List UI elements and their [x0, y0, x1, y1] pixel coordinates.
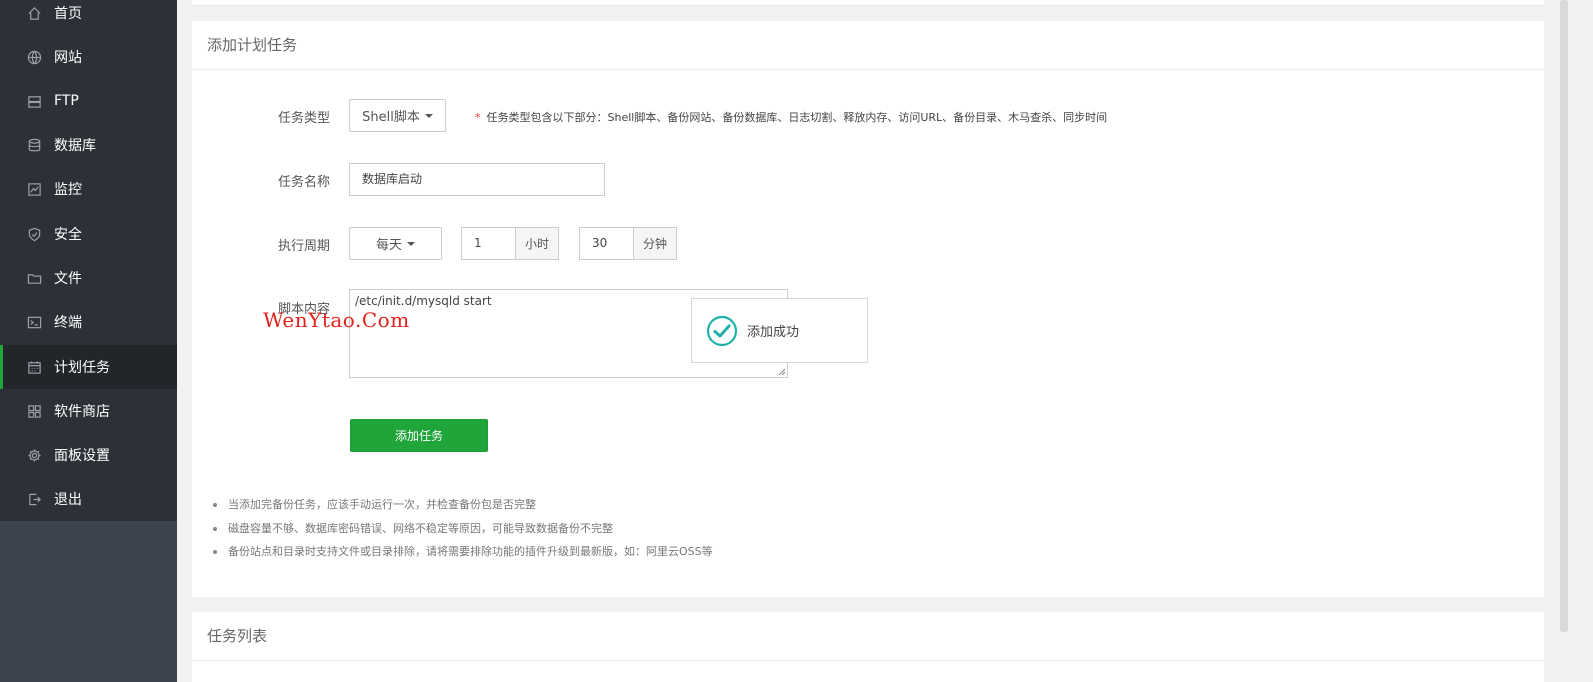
sidebar-item-terminal[interactable]: 终端: [0, 300, 177, 344]
sidebar-menu: 首页 网站 FTP 数据库 监控 安全 文件 终端 计划任务 软件商店 面板设置…: [0, 0, 177, 521]
globe-icon: [26, 49, 42, 65]
sidebar: 首页 网站 FTP 数据库 监控 安全 文件 终端 计划任务 软件商店 面板设置…: [0, 0, 177, 682]
chevron-down-icon: [407, 241, 415, 246]
card-title: 添加计划任务: [192, 21, 1544, 70]
sidebar-item-label: 退出: [54, 492, 82, 508]
task-type-value: Shell脚本: [362, 110, 420, 125]
period-value: 每天: [375, 238, 402, 253]
hour-input[interactable]: 1: [461, 227, 516, 260]
sidebar-item-label: 面板设置: [54, 448, 110, 464]
task-list-card: 任务列表: [192, 612, 1544, 682]
sidebar-item-label: 网站: [54, 50, 82, 66]
hour-unit: 小时: [515, 227, 559, 260]
terminal-icon: [26, 314, 42, 330]
calendar-icon: [26, 359, 42, 375]
required-star: *: [475, 111, 481, 124]
period-select[interactable]: 每天: [349, 227, 442, 260]
check-circle-icon: [706, 315, 738, 346]
sidebar-item-label: 终端: [54, 315, 82, 331]
sidebar-item-label: 数据库: [54, 138, 96, 154]
sidebar-item-label: 软件商店: [54, 404, 110, 420]
scrollbar[interactable]: [1560, 0, 1568, 632]
logout-icon: [26, 491, 42, 507]
sidebar-item-website[interactable]: 网站: [0, 35, 177, 79]
database-icon: [26, 137, 42, 153]
sidebar-item-label: 监控: [54, 182, 82, 198]
gear-icon: [26, 447, 42, 463]
minute-input[interactable]: 30: [579, 227, 634, 260]
task-name-label: 任务名称: [277, 175, 330, 190]
list-item: 备份站点和目录时支持文件或目录排除，请将需要排除功能的插件升级到最新版，如：阿里…: [209, 543, 713, 567]
list-item: 当添加完备份任务，应该手动运行一次，并检查备份包是否完整: [209, 496, 713, 520]
script-text: /etc/init.d/mysqld start: [355, 294, 492, 308]
top-card: [192, 0, 1544, 6]
shield-icon: [26, 226, 42, 242]
ftp-icon: [26, 93, 42, 109]
sidebar-item-security[interactable]: 安全: [0, 212, 177, 256]
sidebar-item-label: 安全: [54, 227, 82, 243]
task-type-hint-text: 任务类型包含以下部分：Shell脚本、备份网站、备份数据库、日志切割、释放内存、…: [486, 111, 1108, 124]
sidebar-item-label: 计划任务: [54, 360, 110, 376]
sidebar-item-label: 文件: [54, 271, 82, 287]
folder-icon: [26, 270, 42, 286]
sidebar-item-files[interactable]: 文件: [0, 256, 177, 300]
resize-handle-icon[interactable]: [778, 368, 786, 376]
add-task-button[interactable]: 添加任务: [350, 419, 488, 452]
minute-unit: 分钟: [633, 227, 677, 260]
sidebar-item-settings[interactable]: 面板设置: [0, 433, 177, 477]
tips-list: 当添加完备份任务，应该手动运行一次，并检查备份包是否完整 磁盘容量不够、数据库密…: [209, 496, 713, 567]
sidebar-item-label: 首页: [54, 6, 82, 22]
success-toast: 添加成功: [691, 298, 868, 363]
period-label: 执行周期: [277, 239, 330, 254]
monitor-icon: [26, 181, 42, 197]
watermark: WenYtao.Com: [263, 308, 410, 332]
home-icon: [26, 5, 42, 21]
sidebar-item-label: FTP: [54, 93, 79, 109]
sidebar-item-logout[interactable]: 退出: [0, 477, 177, 521]
task-list-title: 任务列表: [192, 612, 1544, 661]
sidebar-item-ftp[interactable]: FTP: [0, 79, 177, 123]
task-type-hint: * 任务类型包含以下部分：Shell脚本、备份网站、备份数据库、日志切割、释放内存…: [475, 109, 1107, 125]
toast-message: 添加成功: [747, 325, 800, 340]
task-type-select[interactable]: Shell脚本: [349, 99, 446, 132]
chevron-down-icon: [424, 113, 433, 118]
sidebar-item-monitor[interactable]: 监控: [0, 167, 177, 211]
sidebar-item-database[interactable]: 数据库: [0, 123, 177, 167]
sidebar-item-cron[interactable]: 计划任务: [0, 345, 177, 389]
apps-icon: [26, 403, 42, 419]
task-name-input[interactable]: 数据库启动: [349, 163, 605, 196]
sidebar-item-store[interactable]: 软件商店: [0, 389, 177, 433]
list-item: 磁盘容量不够、数据库密码错误、网络不稳定等原因，可能导致数据备份不完整: [209, 520, 713, 544]
sidebar-item-home[interactable]: 首页: [0, 0, 177, 35]
task-type-label: 任务类型: [277, 111, 330, 126]
